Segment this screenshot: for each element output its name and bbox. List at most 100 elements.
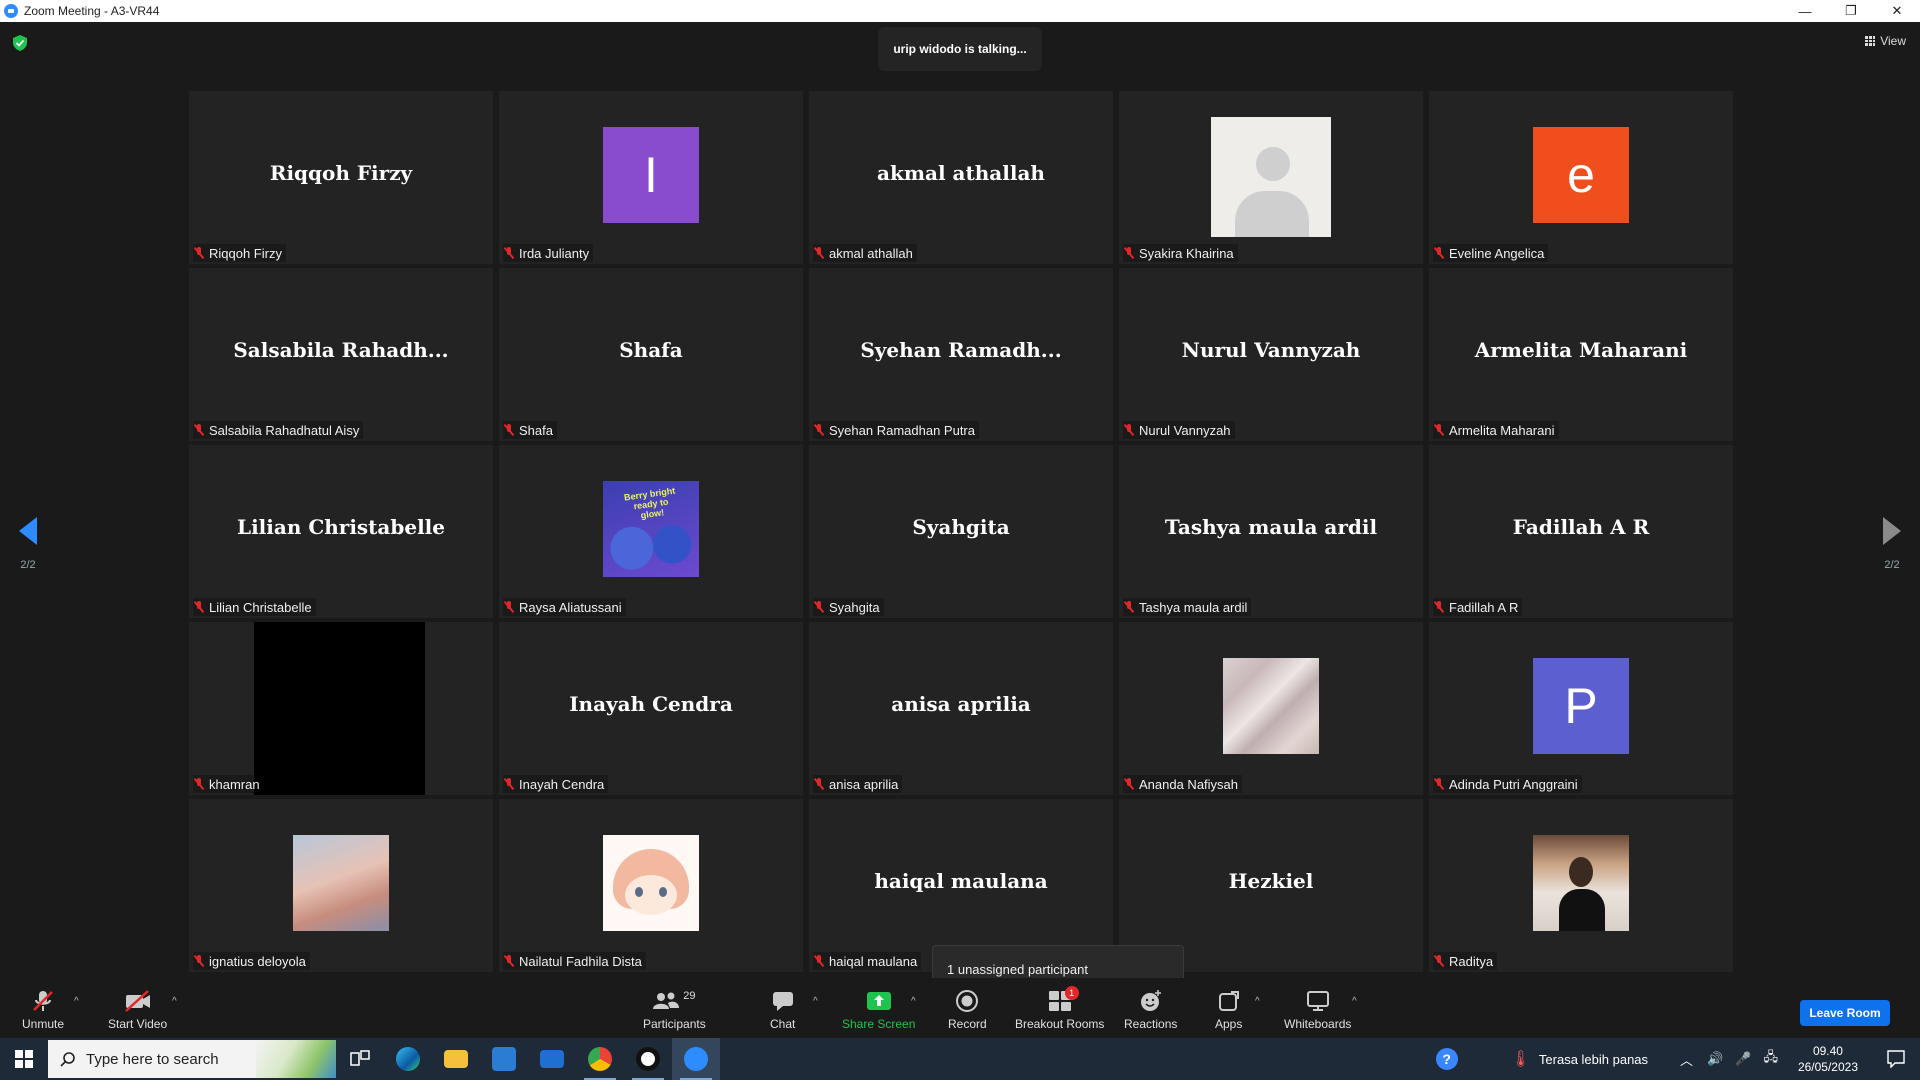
share-options-caret-icon[interactable]: ^ bbox=[911, 996, 916, 1007]
participant-tile[interactable]: ignatius deloyola bbox=[189, 799, 493, 972]
audio-options-caret-icon[interactable]: ^ bbox=[74, 996, 79, 1007]
participant-name: Syakira Khairina bbox=[1139, 245, 1234, 261]
reactions-label: Reactions bbox=[1124, 1017, 1178, 1031]
mic-muted-icon bbox=[1433, 601, 1445, 613]
microsoft-store-icon[interactable] bbox=[480, 1038, 528, 1080]
zoom-taskbar-icon[interactable] bbox=[672, 1038, 720, 1080]
leave-room-button[interactable]: Leave Room bbox=[1800, 1000, 1890, 1026]
restore-button[interactable]: ❐ bbox=[1828, 0, 1874, 22]
start-video-button[interactable]: Start Video bbox=[108, 990, 167, 1031]
apps-button[interactable]: Apps bbox=[1215, 990, 1242, 1031]
search-highlight-image bbox=[256, 1040, 336, 1078]
participant-name: Tashya maula ardil bbox=[1139, 599, 1248, 615]
participant-display-name: Fadillah A R bbox=[1512, 514, 1650, 539]
close-button[interactable]: ✕ bbox=[1874, 0, 1920, 22]
mic-muted-icon bbox=[1433, 247, 1445, 259]
participants-button[interactable]: 29 Participants bbox=[643, 990, 706, 1031]
apps-icon bbox=[1218, 990, 1239, 1012]
chat-options-caret-icon[interactable]: ^ bbox=[813, 996, 818, 1007]
participant-tile[interactable]: Berry bright ready to glow! Raysa Aliatus… bbox=[499, 445, 803, 618]
participant-name-label: Tashya maula ardil bbox=[1123, 598, 1252, 616]
taskbar-search-box[interactable]: Type here to search bbox=[48, 1040, 336, 1078]
breakout-badge: 1 bbox=[1064, 986, 1079, 1000]
mic-muted-icon bbox=[193, 601, 205, 613]
participant-tile[interactable]: Syahgita Syahgita bbox=[809, 445, 1113, 618]
view-button[interactable]: View bbox=[1865, 34, 1906, 48]
help-icon[interactable]: ? bbox=[1423, 1038, 1471, 1080]
notification-center-icon[interactable] bbox=[1872, 1038, 1920, 1080]
participant-display-name: Hezkiel bbox=[1228, 868, 1314, 893]
task-view-icon[interactable] bbox=[336, 1038, 384, 1080]
participant-tile[interactable]: Shafa Shafa bbox=[499, 268, 803, 441]
next-page-button[interactable]: 2/2 bbox=[1872, 517, 1912, 571]
vpn-app-icon[interactable] bbox=[624, 1038, 672, 1080]
volume-icon[interactable]: 🔊 bbox=[1707, 1051, 1723, 1067]
apps-options-caret-icon[interactable]: ^ bbox=[1255, 996, 1260, 1007]
view-label: View bbox=[1880, 34, 1906, 48]
participant-tile[interactable]: Armelita Maharani Armelita Maharani bbox=[1429, 268, 1733, 441]
apps-label: Apps bbox=[1215, 1017, 1243, 1031]
window-title: Zoom Meeting - A3-VR44 bbox=[24, 4, 160, 18]
reactions-button[interactable]: Reactions bbox=[1124, 990, 1177, 1031]
participant-name: Lilian Christabelle bbox=[209, 599, 312, 615]
participant-tile[interactable]: Inayah Cendra Inayah Cendra bbox=[499, 622, 803, 795]
participant-display-name: akmal athallah bbox=[877, 160, 1045, 185]
breakout-rooms-button[interactable]: 1 Breakout Rooms bbox=[1015, 986, 1104, 1031]
participant-name-label: Riqqoh Firzy bbox=[193, 244, 286, 262]
participant-name: haiqal maulana bbox=[829, 953, 918, 969]
participant-tile[interactable]: khamran bbox=[189, 622, 493, 795]
share-screen-label: Share Screen bbox=[842, 1017, 916, 1031]
record-button[interactable]: Record bbox=[948, 990, 987, 1031]
chat-button[interactable]: Chat bbox=[770, 990, 795, 1031]
participant-tile[interactable]: P Adinda Putri Anggraini bbox=[1429, 622, 1733, 795]
video-options-caret-icon[interactable]: ^ bbox=[172, 996, 177, 1007]
edge-browser-icon[interactable] bbox=[384, 1038, 432, 1080]
participant-tile[interactable]: anisa aprilia anisa aprilia bbox=[809, 622, 1113, 795]
participant-tile[interactable]: e Eveline Angelica bbox=[1429, 91, 1733, 264]
participant-tile[interactable]: Tashya maula ardil Tashya maula ardil bbox=[1119, 445, 1423, 618]
participant-tile[interactable]: Syehan Ramadh... Syehan Ramadhan Putra bbox=[809, 268, 1113, 441]
participant-name: Adinda Putri Anggraini bbox=[1449, 776, 1578, 792]
weather-widget[interactable]: 🌡 Terasa lebih panas bbox=[1511, 1049, 1648, 1069]
microphone-icon[interactable]: 🎤 bbox=[1735, 1051, 1751, 1067]
chrome-browser-icon[interactable] bbox=[576, 1038, 624, 1080]
participant-tile[interactable]: I Irda Julianty bbox=[499, 91, 803, 264]
participant-tile[interactable]: Fadillah A R Fadillah A R bbox=[1429, 445, 1733, 618]
participant-tile[interactable]: Nailatul Fadhila Dista bbox=[499, 799, 803, 972]
participant-tile[interactable]: Ananda Nafiysah bbox=[1119, 622, 1423, 795]
participant-tile[interactable]: Salsabila Rahadh... Salsabila Rahadhatul … bbox=[189, 268, 493, 441]
participant-display-name: haiqal maulana bbox=[874, 868, 1048, 893]
tray-overflow-chevron-icon[interactable]: ︿ bbox=[1680, 1050, 1693, 1069]
participant-tile[interactable]: akmal athallah akmal athallah bbox=[809, 91, 1113, 264]
security-shield-icon[interactable] bbox=[13, 35, 27, 51]
participant-name: Inayah Cendra bbox=[519, 776, 605, 792]
mic-muted-icon bbox=[1433, 424, 1445, 436]
file-explorer-icon[interactable] bbox=[432, 1038, 480, 1080]
whiteboard-options-caret-icon[interactable]: ^ bbox=[1352, 996, 1357, 1007]
chat-label: Chat bbox=[770, 1017, 796, 1031]
participant-name-label: Nailatul Fadhila Dista bbox=[503, 952, 646, 970]
breakout-rooms-icon: 1 bbox=[1048, 986, 1079, 1012]
start-button[interactable] bbox=[0, 1038, 48, 1080]
participant-name-label: Ananda Nafiysah bbox=[1123, 775, 1243, 793]
network-icon[interactable]: 🖧 bbox=[1763, 1048, 1778, 1070]
share-screen-button[interactable]: Share Screen bbox=[842, 990, 915, 1031]
participant-tile[interactable]: Syakira Khairina bbox=[1119, 91, 1423, 264]
prev-page-button[interactable]: 2/2 bbox=[8, 517, 48, 571]
participant-display-name: Inayah Cendra bbox=[569, 691, 733, 716]
mail-icon[interactable] bbox=[528, 1038, 576, 1080]
minimize-button[interactable]: — bbox=[1782, 0, 1828, 22]
whiteboards-button[interactable]: Whiteboards bbox=[1284, 990, 1351, 1031]
participant-tile[interactable]: Riqqoh Firzy Riqqoh Firzy bbox=[189, 91, 493, 264]
participant-tile[interactable]: Raditya bbox=[1429, 799, 1733, 972]
participant-name-label: Salsabila Rahadhatul Aisy bbox=[193, 421, 364, 439]
participant-tile[interactable]: Lilian Christabelle Lilian Christabelle bbox=[189, 445, 493, 618]
profile-picture-caption: Berry bright ready to glow! bbox=[623, 485, 676, 521]
participant-display-name: Lilian Christabelle bbox=[237, 514, 445, 539]
participant-tile[interactable]: Nurul Vannyzah Nurul Vannyzah bbox=[1119, 268, 1423, 441]
clock[interactable]: 09.40 26/05/2023 bbox=[1798, 1043, 1858, 1075]
unmute-button[interactable]: Unmute bbox=[22, 990, 64, 1031]
participant-name-label: Shafa bbox=[503, 421, 557, 439]
grid-icon bbox=[1865, 36, 1876, 46]
participant-display-name: Armelita Maharani bbox=[1474, 337, 1688, 362]
